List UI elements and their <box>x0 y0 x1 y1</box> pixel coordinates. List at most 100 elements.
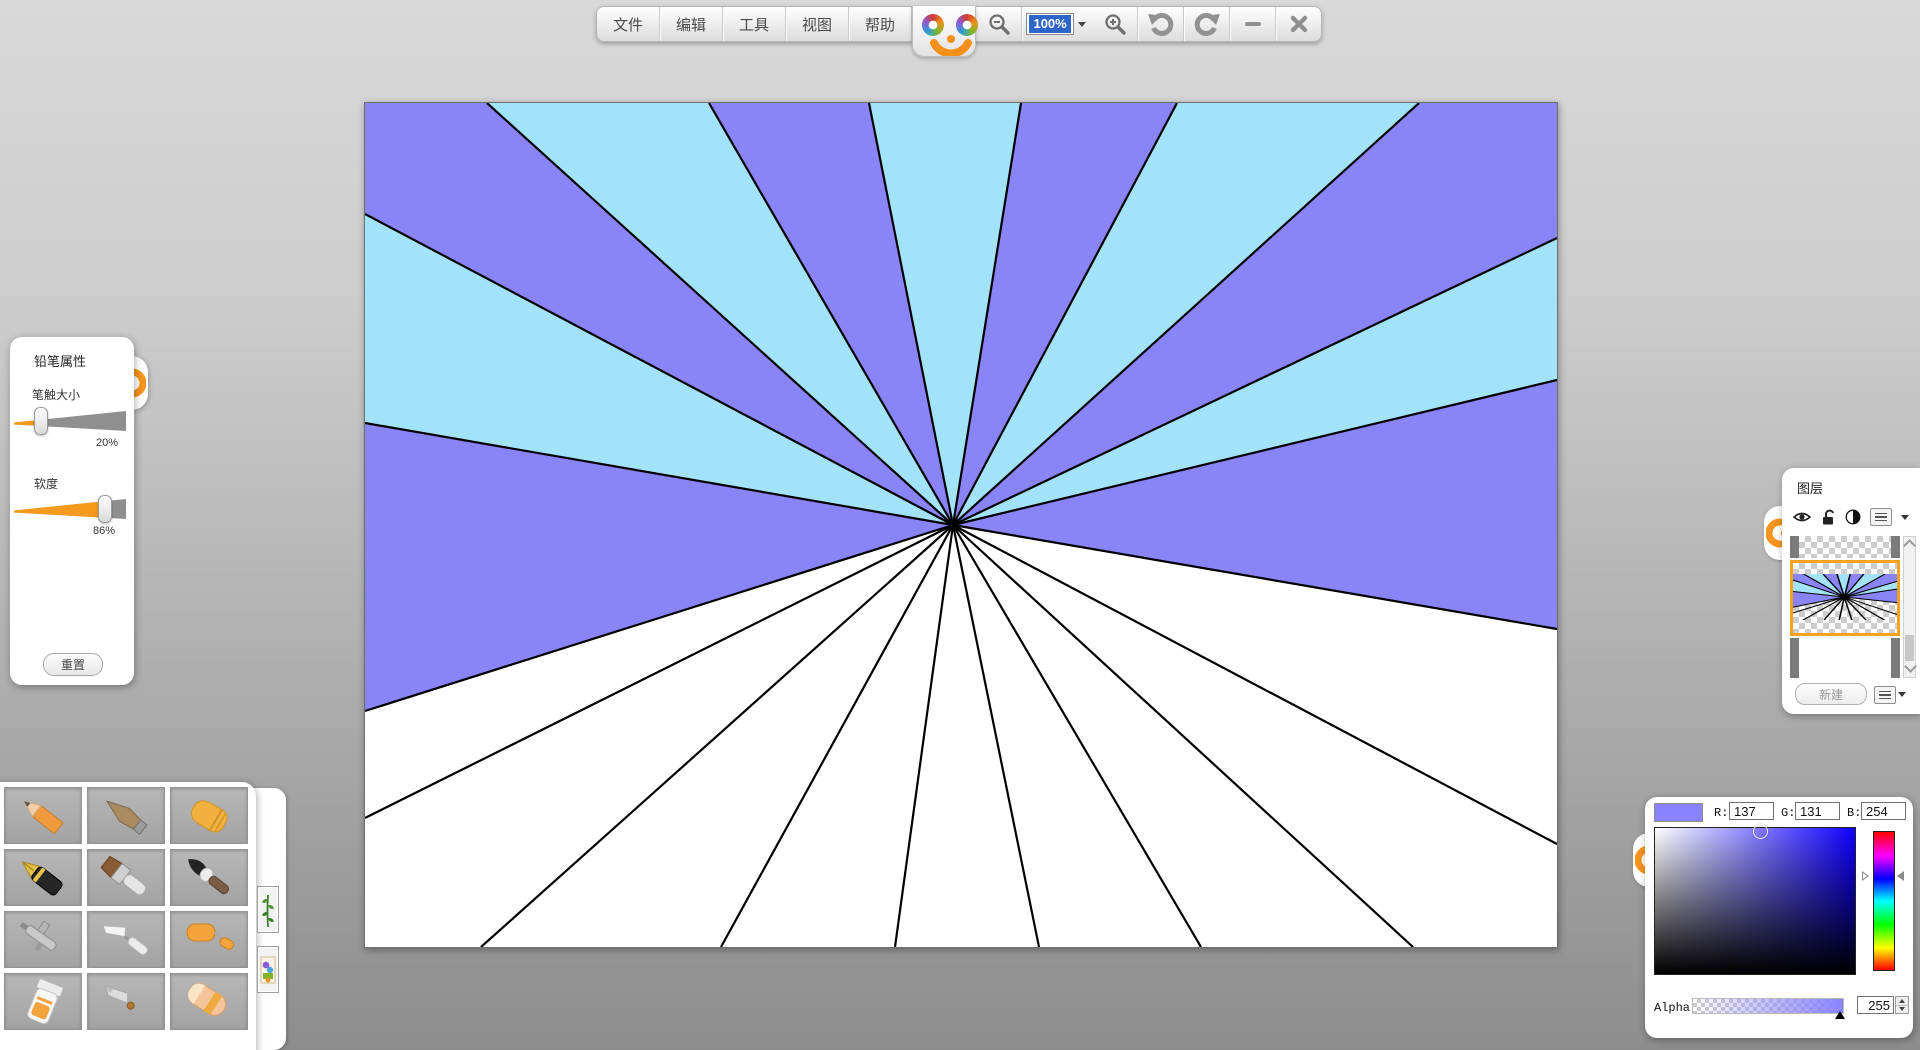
scroll-up-icon[interactable] <box>1903 539 1916 552</box>
tool-flat-brush[interactable] <box>87 849 165 906</box>
tool-palette-knife[interactable] <box>87 911 165 968</box>
undo-button[interactable] <box>1138 7 1184 41</box>
zoom-out-icon <box>987 12 1011 36</box>
alpha-spin-up[interactable] <box>1896 997 1908 1006</box>
hue-marker-left[interactable] <box>1862 871 1869 881</box>
tool-eraser[interactable] <box>170 973 248 1030</box>
layer-list <box>1790 536 1900 678</box>
layer-item-below[interactable] <box>1790 638 1900 678</box>
eraser-icon <box>177 978 241 1026</box>
new-layer-button[interactable]: 新建 <box>1795 683 1867 705</box>
zoom-dropdown-caret-icon[interactable] <box>1078 22 1086 27</box>
r-input[interactable] <box>1729 802 1774 820</box>
tool-ink-pen[interactable] <box>4 849 82 906</box>
opacity-halfcircle-icon[interactable] <box>1845 509 1861 525</box>
zoom-in-button[interactable] <box>1092 7 1138 41</box>
saturation-value-gradient[interactable] <box>1654 827 1856 975</box>
plant-brush-button[interactable] <box>257 886 279 933</box>
palette-knife-icon <box>94 916 158 964</box>
pencil-properties-panel: 铅笔属性 笔触大小 20% 软度 86% 重置 <box>10 337 134 685</box>
alpha-slider-marker[interactable] <box>1835 1011 1845 1019</box>
brush-size-handle[interactable] <box>34 407 48 435</box>
blend-dropdown-caret-icon[interactable] <box>1901 515 1909 520</box>
tool-charcoal-stick[interactable] <box>87 787 165 844</box>
layer-menu-icon[interactable] <box>1874 686 1896 704</box>
alpha-slider[interactable] <box>1692 998 1844 1014</box>
main-toolbar: 文件 编辑 工具 视图 帮助 100% <box>596 6 1322 42</box>
redo-icon <box>1193 12 1221 36</box>
layers-panel-title: 图层 <box>1797 478 1823 497</box>
g-input[interactable] <box>1795 802 1840 820</box>
minimize-button[interactable] <box>1230 7 1276 41</box>
ink-pen-icon <box>11 854 75 902</box>
softness-slider[interactable] <box>14 495 126 523</box>
charcoal-stick-icon <box>94 792 158 840</box>
b-input[interactable] <box>1861 802 1906 820</box>
airbrush-icon <box>11 916 75 964</box>
hue-bar[interactable] <box>1873 831 1895 971</box>
b-label: B: <box>1847 806 1861 820</box>
unlock-icon[interactable] <box>1821 509 1836 525</box>
g-label: G: <box>1781 806 1795 820</box>
redo-button[interactable] <box>1184 7 1230 41</box>
layers-panel: 图层 <box>1782 468 1920 714</box>
clown-right-eye-icon <box>956 14 978 36</box>
drawing-canvas[interactable] <box>364 102 1558 948</box>
undo-icon <box>1147 12 1175 36</box>
selected-layer-border <box>1790 560 1900 636</box>
zoom-out-button[interactable] <box>976 7 1022 41</box>
tool-airbrush[interactable] <box>4 911 82 968</box>
current-color-swatch <box>1654 803 1703 822</box>
starburst-drawing <box>365 103 1557 947</box>
softness-handle[interactable] <box>98 495 112 523</box>
brush-size-slider[interactable] <box>14 407 126 435</box>
tool-grid <box>4 787 248 1030</box>
brush-size-value: 20% <box>68 437 118 449</box>
reset-button[interactable]: 重置 <box>43 653 103 676</box>
brush-size-track <box>14 407 126 435</box>
menu-tools[interactable]: 工具 <box>723 7 786 41</box>
scrollbar-thumb[interactable] <box>1905 635 1914 661</box>
image-stamp-icon <box>260 951 276 989</box>
alpha-input[interactable] <box>1857 996 1894 1014</box>
tool-paint-tube[interactable] <box>4 973 82 1030</box>
paint-roller-icon <box>177 916 241 964</box>
alpha-spin-down[interactable] <box>1896 1006 1908 1014</box>
r-label: R: <box>1714 806 1728 820</box>
visibility-eye-icon[interactable] <box>1792 510 1812 524</box>
pencil-icon <box>11 792 75 840</box>
menu-file[interactable]: 文件 <box>597 7 660 41</box>
clown-left-eye-icon <box>922 14 944 36</box>
sv-cursor[interactable] <box>1753 824 1768 839</box>
hue-marker-right[interactable] <box>1897 871 1904 881</box>
layer-item-above[interactable] <box>1790 536 1900 558</box>
clown-smile-icon <box>929 39 973 56</box>
layer-menu-caret-icon[interactable] <box>1898 692 1906 697</box>
tool-crayon[interactable] <box>170 787 248 844</box>
app-background: 文件 编辑 工具 视图 帮助 100% <box>0 0 1920 1050</box>
tool-round-brush[interactable] <box>170 849 248 906</box>
close-button[interactable] <box>1276 7 1321 41</box>
layers-scrollbar[interactable] <box>1903 536 1916 678</box>
image-stamp-button[interactable] <box>257 946 279 993</box>
menu-help[interactable]: 帮助 <box>849 7 912 41</box>
app-logo-button[interactable] <box>912 6 976 57</box>
tool-paint-roller[interactable] <box>170 911 248 968</box>
alpha-label: Alpha <box>1654 1001 1690 1015</box>
crayon-icon <box>177 792 241 840</box>
close-icon <box>1288 13 1310 35</box>
menu-view[interactable]: 视图 <box>786 7 849 41</box>
layer-item-selected[interactable] <box>1790 560 1900 636</box>
menu-edit[interactable]: 编辑 <box>660 7 723 41</box>
scroll-down-icon[interactable] <box>1904 660 1917 673</box>
zoom-level-input[interactable]: 100% <box>1026 13 1074 35</box>
flat-brush-icon <box>94 854 158 902</box>
blend-list-icon[interactable] <box>1870 508 1892 526</box>
tool-blade[interactable] <box>87 973 165 1030</box>
tool-pencil[interactable] <box>4 787 82 844</box>
brush-size-label: 笔触大小 <box>32 386 80 403</box>
zoom-in-icon <box>1103 12 1127 36</box>
softness-value: 86% <box>65 525 115 537</box>
alpha-spinner <box>1895 996 1909 1014</box>
plant-brush-icon <box>260 891 276 929</box>
